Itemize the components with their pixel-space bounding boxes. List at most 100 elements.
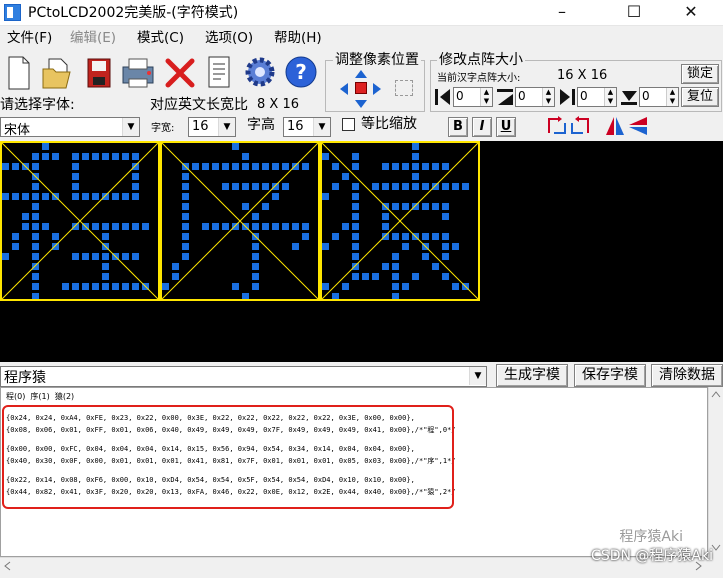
glyph-pixel[interactable]	[182, 173, 189, 180]
glyph-pixel[interactable]	[212, 223, 219, 230]
glyph-pixel[interactable]	[52, 233, 59, 240]
glyph-pixel[interactable]	[402, 233, 409, 240]
menu-help[interactable]: 帮助(H)	[274, 27, 322, 49]
glyph-pixel[interactable]	[32, 283, 39, 290]
bold-button[interactable]: B	[448, 117, 468, 137]
glyph-pixel[interactable]	[32, 243, 39, 250]
lock-button[interactable]: 锁定	[681, 64, 719, 84]
glyph-pixel[interactable]	[232, 183, 239, 190]
glyph-pixel[interactable]	[52, 243, 59, 250]
glyph-pixel[interactable]	[132, 223, 139, 230]
glyph-pixel[interactable]	[182, 183, 189, 190]
glyph-pixel[interactable]	[162, 283, 169, 290]
delete-icon[interactable]	[162, 52, 195, 90]
glyph-pixel[interactable]	[392, 283, 399, 290]
glyph-pixel[interactable]	[352, 163, 359, 170]
glyph-pixel[interactable]	[242, 183, 249, 190]
glyph-pixel[interactable]	[52, 153, 59, 160]
glyph-pixel[interactable]	[352, 263, 359, 270]
glyph-pixel[interactable]	[272, 183, 279, 190]
flip-vertical-icon[interactable]	[627, 115, 649, 137]
glyph-pixel[interactable]	[302, 163, 309, 170]
glyph-pixel[interactable]	[342, 173, 349, 180]
chevron-down-icon[interactable]: ▼	[469, 367, 486, 385]
glyph-pixel[interactable]	[192, 163, 199, 170]
glyph-pixel[interactable]	[282, 183, 289, 190]
glyph-pixel[interactable]	[382, 233, 389, 240]
flip-horizontal-icon[interactable]	[604, 115, 626, 137]
glyph-pixel[interactable]	[82, 283, 89, 290]
glyph-pixel[interactable]	[32, 213, 39, 220]
top-spinner-arrows[interactable]: ▲ ▼	[542, 88, 554, 106]
glyph-pixel[interactable]	[292, 163, 299, 170]
glyph-pixel[interactable]	[462, 183, 469, 190]
glyph-pixel[interactable]	[2, 163, 9, 170]
glyph-pixel[interactable]	[22, 193, 29, 200]
glyph-pixel[interactable]	[392, 183, 399, 190]
glyph-pixel[interactable]	[392, 253, 399, 260]
glyph-pixel[interactable]	[102, 253, 109, 260]
glyph-pixel[interactable]	[82, 193, 89, 200]
glyph-pixel[interactable]	[392, 233, 399, 240]
glyph-pixel[interactable]	[32, 163, 39, 170]
glyph-pixel[interactable]	[322, 283, 329, 290]
glyph-pixel[interactable]	[122, 193, 129, 200]
glyph-pixel[interactable]	[242, 163, 249, 170]
glyph-pixel[interactable]	[92, 193, 99, 200]
chevron-down-icon[interactable]: ▼	[218, 118, 235, 136]
glyph-pixel[interactable]	[432, 203, 439, 210]
glyph-pixel[interactable]	[42, 153, 49, 160]
glyph-pixel[interactable]	[182, 243, 189, 250]
notes-icon[interactable]	[203, 52, 233, 90]
glyph-pixel[interactable]	[262, 203, 269, 210]
glyph-pixel[interactable]	[252, 283, 259, 290]
vertical-scrollbar[interactable]	[708, 387, 723, 557]
glyph-pixel[interactable]	[42, 223, 49, 230]
glyph-pixel[interactable]	[132, 173, 139, 180]
glyph-pixel[interactable]	[412, 203, 419, 210]
glyph-pixel[interactable]	[32, 223, 39, 230]
glyph-pixel[interactable]	[212, 163, 219, 170]
glyph-pixel[interactable]	[102, 223, 109, 230]
glyph-pixel[interactable]	[182, 213, 189, 220]
glyph-pixel[interactable]	[402, 243, 409, 250]
glyph-pixel[interactable]	[232, 163, 239, 170]
glyph-pixel[interactable]	[382, 183, 389, 190]
menu-file[interactable]: 文件(F)	[7, 27, 52, 49]
underline-button[interactable]: U	[496, 117, 516, 137]
glyph-pixel[interactable]	[382, 213, 389, 220]
glyph-pixel[interactable]	[352, 153, 359, 160]
glyph-pixel[interactable]	[182, 223, 189, 230]
glyph-pixel[interactable]	[412, 153, 419, 160]
glyph-pixel[interactable]	[2, 253, 9, 260]
glyph-pixel[interactable]	[272, 223, 279, 230]
close-button[interactable]: ✕	[668, 0, 714, 26]
glyph-pixel[interactable]	[102, 193, 109, 200]
print-icon[interactable]	[118, 52, 154, 90]
glyph-pixel[interactable]	[372, 273, 379, 280]
glyph-pixel[interactable]	[332, 163, 339, 170]
left-spinner[interactable]: 0 ▲ ▼	[453, 87, 493, 107]
glyph-pixel[interactable]	[32, 203, 39, 210]
glyph-pixel[interactable]	[92, 253, 99, 260]
glyph-pixel[interactable]	[262, 183, 269, 190]
move-down-icon[interactable]	[354, 98, 368, 108]
glyph-pixel[interactable]	[122, 153, 129, 160]
glyph-pixel[interactable]	[252, 273, 259, 280]
glyph-pixel[interactable]	[252, 263, 259, 270]
glyph-pixel[interactable]	[352, 193, 359, 200]
glyph-pixel[interactable]	[432, 233, 439, 240]
glyph-pixel[interactable]	[352, 203, 359, 210]
glyph-pixel[interactable]	[372, 183, 379, 190]
glyph-pixel[interactable]	[442, 213, 449, 220]
glyph-pixel[interactable]	[402, 203, 409, 210]
glyph-pixel[interactable]	[32, 193, 39, 200]
center-icon[interactable]	[355, 82, 367, 94]
glyph-pixel[interactable]	[112, 223, 119, 230]
glyph-pixel[interactable]	[132, 153, 139, 160]
glyph-pixel[interactable]	[282, 223, 289, 230]
glyph-pixel[interactable]	[442, 243, 449, 250]
glyph-pixel[interactable]	[102, 233, 109, 240]
glyph-pixel[interactable]	[202, 163, 209, 170]
glyph-pixel[interactable]	[392, 263, 399, 270]
